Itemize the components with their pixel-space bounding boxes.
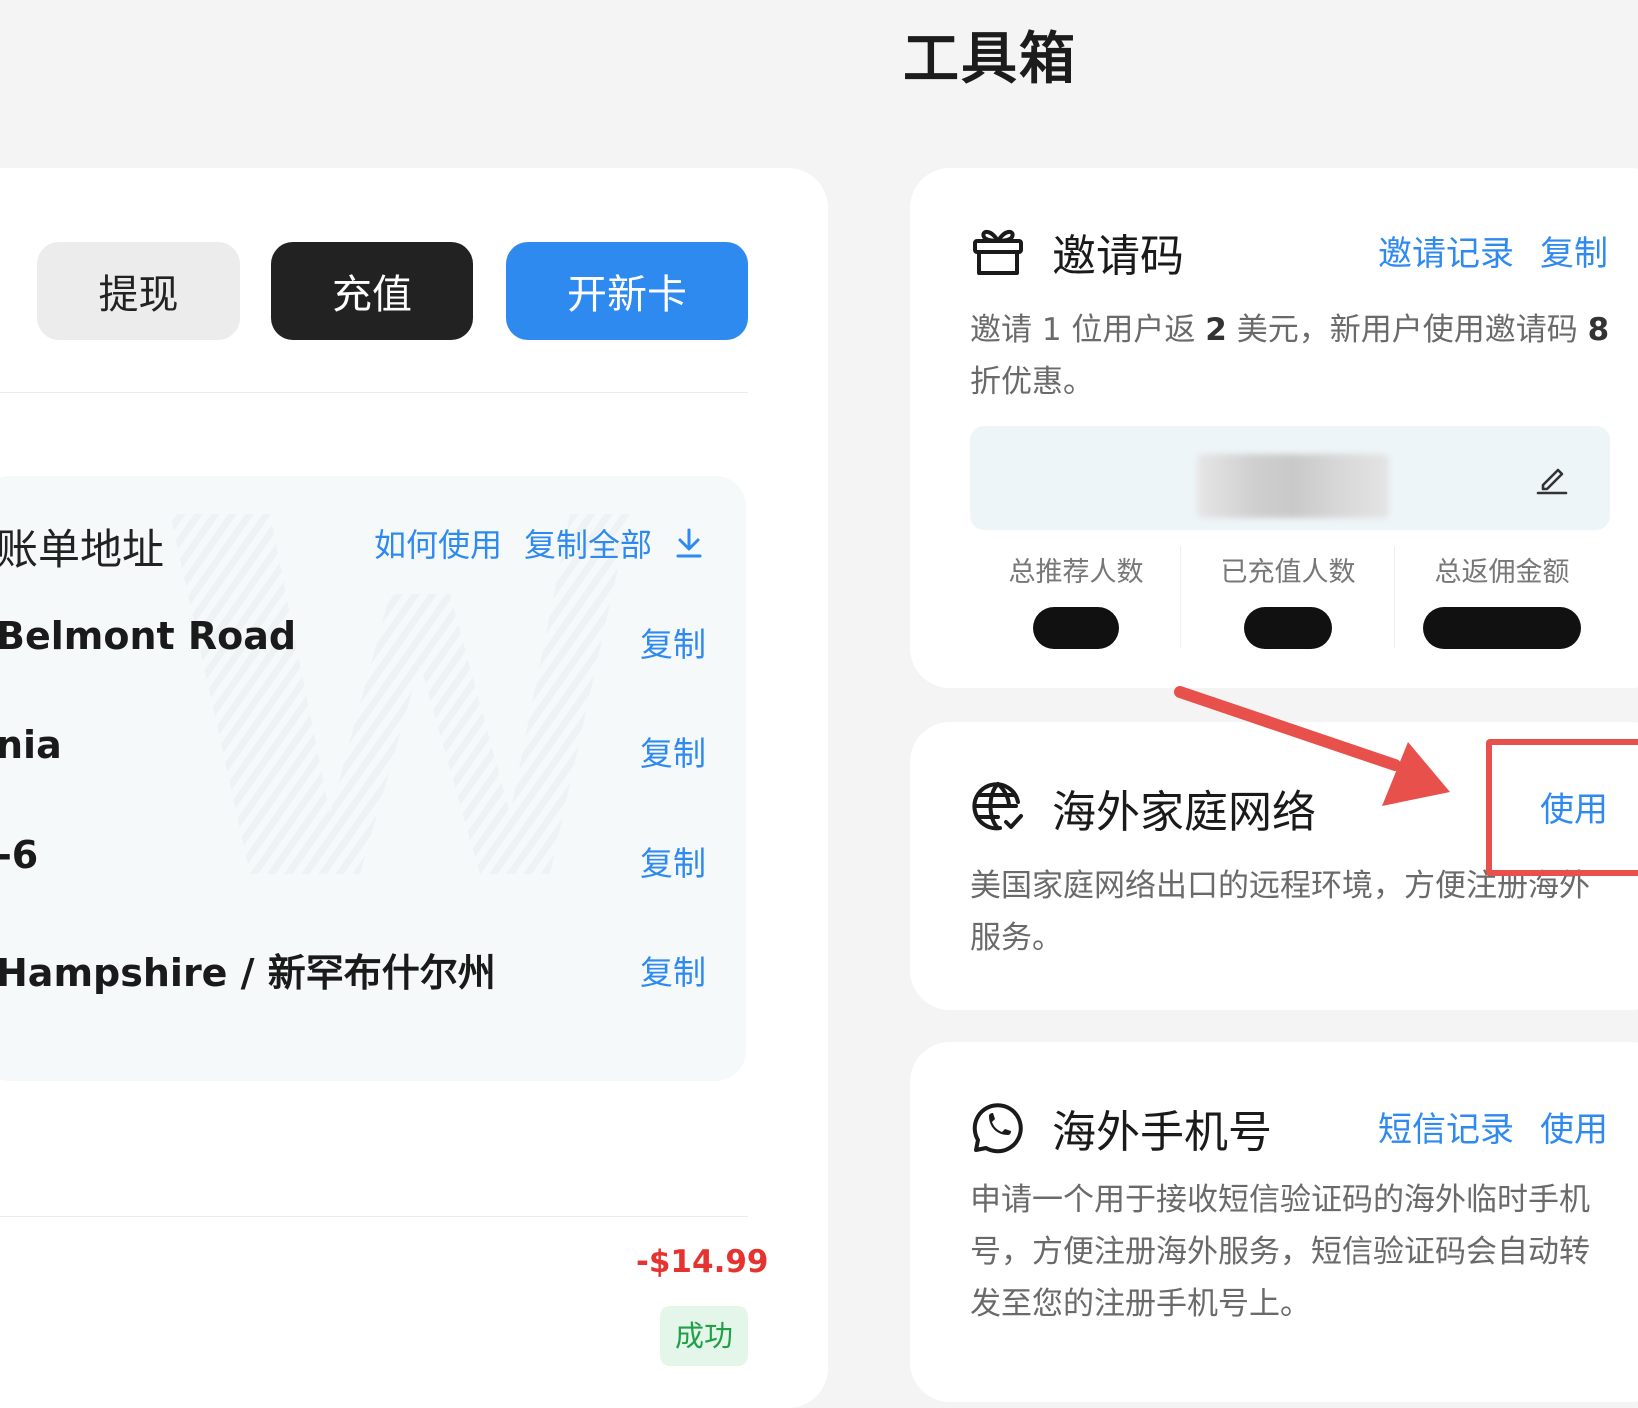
transaction-amount: -$14.99 (636, 1244, 769, 1280)
copy-button[interactable]: 复制 (640, 618, 706, 666)
billing-address-panel: 账单地址 如何使用 复制全部 Belmont Road 复制 nia 复制 -6… (0, 476, 746, 1081)
edit-icon[interactable] (1534, 460, 1570, 496)
page-title: 工具箱 (903, 27, 1077, 92)
new-card-button[interactable]: 开新卡 (506, 242, 748, 340)
withdraw-button[interactable]: 提现 (37, 242, 240, 340)
use-overseas-phone-link[interactable]: 使用 (1540, 1102, 1608, 1151)
copy-button[interactable]: 复制 (640, 946, 706, 994)
status-badge: 成功 (660, 1306, 748, 1366)
invite-code-title: 邀请码 (1052, 231, 1184, 282)
stat-value-redacted (1244, 607, 1332, 649)
billing-row: -6 复制 (0, 833, 746, 893)
annotation-highlight-box (1486, 739, 1638, 876)
billing-address-title: 账单地址 (0, 525, 165, 574)
copy-button[interactable]: 复制 (640, 727, 706, 775)
stat-total-commission: 总返佣金额 (1396, 550, 1608, 649)
overseas-phone-title: 海外手机号 (1052, 1107, 1272, 1158)
divider (1180, 546, 1181, 648)
invite-description: 邀请 1 位用户返 2 美元，新用户使用邀请码 8 折优惠。 (970, 312, 1610, 400)
stat-value-redacted (1033, 607, 1119, 649)
overseas-phone-card: 海外手机号 短信记录 使用 申请一个用于接收短信验证码的海外临时手机号，方便注册… (910, 1042, 1638, 1402)
invite-code-field[interactable] (970, 426, 1610, 530)
billing-value: Hampshire / 新罕布什尔州 (0, 951, 496, 995)
recharge-button[interactable]: 充值 (271, 242, 473, 340)
download-icon[interactable] (674, 527, 704, 559)
copy-all-link[interactable]: 复制全部 (524, 520, 652, 566)
billing-value: Belmont Road (0, 614, 297, 658)
copy-button[interactable]: 复制 (640, 837, 706, 885)
billing-row: Hampshire / 新罕布什尔州 复制 (0, 942, 746, 1002)
stat-label: 已充值人数 (1220, 557, 1356, 588)
gift-icon (973, 229, 1023, 275)
invite-records-link[interactable]: 邀请记录 (1378, 226, 1514, 275)
stat-label: 总推荐人数 (1008, 557, 1144, 588)
divider (0, 392, 748, 393)
billing-row: nia 复制 (0, 723, 746, 783)
divider (0, 1216, 748, 1217)
billing-value: nia (0, 723, 62, 767)
billing-value: -6 (0, 833, 39, 877)
divider (1394, 546, 1395, 648)
invite-code-card: 邀请码 邀请记录 复制 邀请 1 位用户返 2 美元，新用户使用邀请码 8 折优… (910, 168, 1638, 688)
billing-row: Belmont Road 复制 (0, 614, 746, 674)
annotation-arrow-icon (1174, 686, 1450, 806)
stat-label: 总返佣金额 (1434, 557, 1570, 588)
how-to-use-link[interactable]: 如何使用 (374, 520, 502, 566)
whatsapp-icon (972, 1103, 1023, 1154)
sms-records-link[interactable]: 短信记录 (1378, 1102, 1514, 1151)
overseas-phone-description: 申请一个用于接收短信验证码的海外临时手机号，方便注册海外服务，短信验证码会自动转… (970, 1182, 1590, 1322)
stat-value-redacted (1423, 607, 1581, 649)
globe-icon (972, 782, 1023, 831)
invite-code-redacted (1197, 454, 1389, 518)
copy-invite-code-link[interactable]: 复制 (1540, 226, 1608, 275)
watermark-logo-icon (170, 514, 630, 874)
stat-recharged-users: 已充值人数 (1182, 550, 1394, 649)
stat-total-referrals: 总推荐人数 (970, 550, 1182, 649)
